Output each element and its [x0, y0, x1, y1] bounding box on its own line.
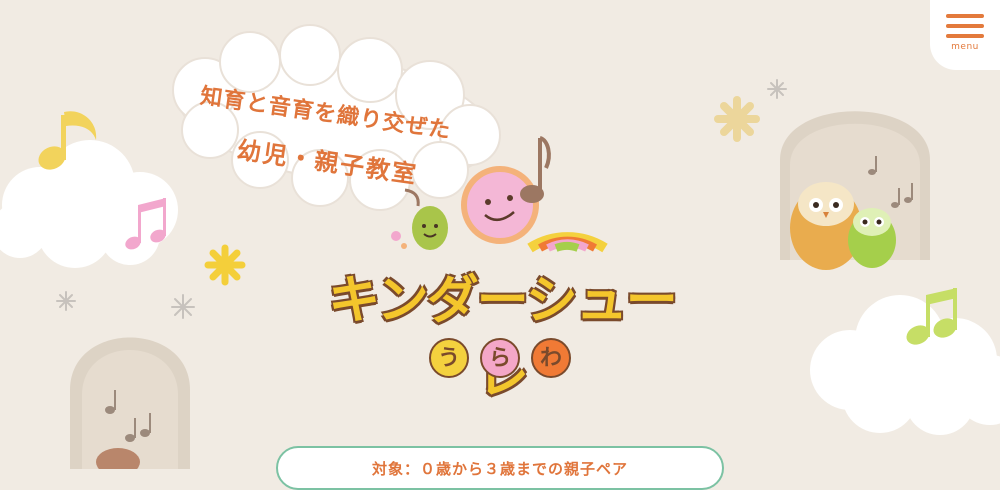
beige-sparkle-icon — [714, 96, 760, 142]
menu-bar-icon — [946, 34, 984, 38]
target-audience-box: 対象：０歳から３歳までの親子ペア — [276, 446, 724, 490]
menu-bar-icon — [946, 24, 984, 28]
brown-owl-icon — [790, 182, 862, 270]
yellow-sparkle-icon — [204, 244, 246, 286]
menu-bar-icon — [946, 14, 984, 18]
right-cloud-icon — [810, 295, 1000, 435]
menu-label: menu — [951, 42, 979, 52]
logo-sub-char-ra: ら — [480, 338, 520, 378]
left-arch-icon — [70, 337, 190, 469]
logo-title: キンダーシューレ — [328, 271, 677, 406]
menu-button[interactable]: menu — [930, 0, 1000, 70]
logo-sub-char-wa: わ — [531, 338, 571, 378]
owl-arch-icon — [780, 111, 930, 270]
logo-sub-char-u: う — [429, 338, 469, 378]
green-owl-icon — [848, 208, 896, 268]
